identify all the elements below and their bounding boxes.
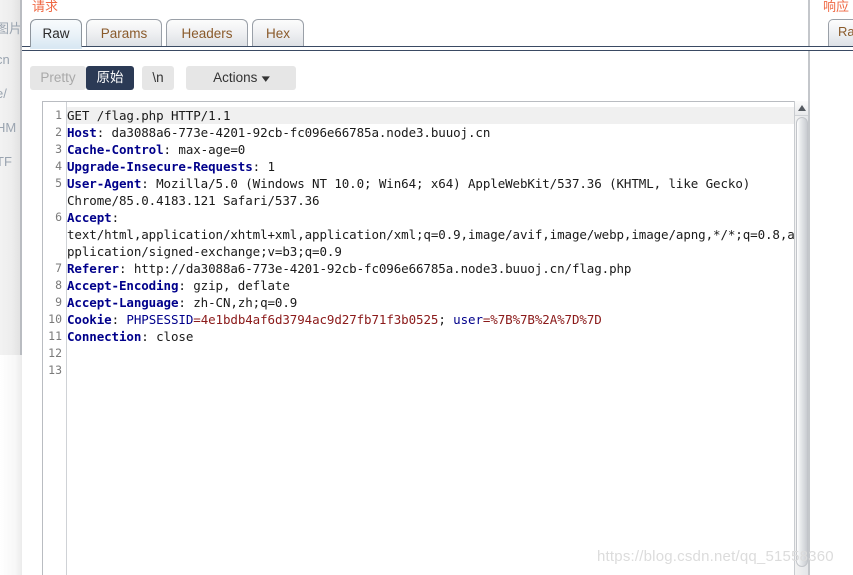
code-line[interactable]: Connection: close — [67, 328, 193, 345]
code-span-key: User-Agent — [67, 176, 142, 191]
line-number-gutter: 1 2 3 4 5 6 7 8 9 10 11 12 13 — [43, 102, 67, 575]
line-number: 12 — [48, 346, 62, 360]
code-line[interactable]: Upgrade-Insecure-Requests: 1 — [67, 158, 275, 175]
code-span-key: Accept-Language — [67, 295, 179, 310]
left-clipped-fragment: e/ — [0, 86, 7, 101]
code-span-plain: : zh-CN,zh;q=0.9 — [178, 295, 298, 310]
actions-button[interactable]: Actions ▾ — [186, 66, 296, 90]
code-span-key: Upgrade-Insecure-Requests — [67, 159, 253, 174]
line-number: 5 — [55, 176, 62, 190]
code-line[interactable]: Cache-Control: max-age=0 — [67, 141, 245, 158]
code-line[interactable]: text/html,application/xhtml+xml,applicat… — [67, 226, 795, 243]
tab-hex[interactable]: Hex — [252, 19, 304, 47]
code-span-key: Host — [67, 125, 97, 140]
code-span-key: Accept — [67, 210, 112, 225]
scrollbar-thumb[interactable] — [796, 117, 808, 567]
code-span-plain: text/html,application/xhtml+xml,applicat… — [67, 227, 795, 242]
line-number: 3 — [55, 142, 62, 156]
code-span-red: =4e1bdb4af6d3794ac9d27fb71f3b0525 — [193, 312, 439, 327]
code-span-plain: : — [111, 312, 127, 327]
code-span-key: Referer — [67, 261, 119, 276]
line-number: 7 — [55, 261, 62, 275]
code-line[interactable]: Chrome/85.0.4183.121 Safari/537.36 — [67, 192, 320, 209]
line-number: 8 — [55, 278, 62, 292]
code-span-blue: PHPSESSID — [126, 312, 194, 327]
line-number: 11 — [48, 329, 62, 343]
line-number: 2 — [55, 125, 62, 139]
right-panel-divider — [808, 0, 810, 575]
code-line[interactable]: Accept: — [67, 209, 119, 226]
code-line[interactable]: Referer: http://da3088a6-773e-4201-92cb-… — [67, 260, 631, 277]
code-span-plain: : max-age=0 — [163, 142, 246, 157]
tab-params[interactable]: Params — [86, 19, 162, 47]
code-span-plain: : da3088a6-773e-4201-92cb-fc096e66785a.n… — [96, 125, 491, 140]
editor-toolbar: Pretty 原始 \n Actions ▾ — [22, 58, 809, 98]
code-span-plain: : close — [141, 329, 194, 344]
left-clipped-panel: 图片 cn e/ HM TF — [0, 0, 20, 355]
response-tab-raw[interactable]: Ra — [828, 19, 853, 46]
request-section-label: 请求 — [32, 0, 59, 14]
code-line[interactable]: pplication/signed-exchange;v=b3;q=0.9 — [67, 243, 342, 260]
line-number: 9 — [55, 295, 62, 309]
code-span-plain: ; — [438, 312, 454, 327]
line-number: 13 — [48, 363, 62, 377]
response-section-label: 响应 — [823, 0, 850, 14]
code-span-plain: pplication/signed-exchange;v=b3;q=0.9 — [67, 244, 342, 259]
code-line[interactable]: Cookie: PHPSESSID=4e1bdb4af6d3794ac9d27f… — [67, 311, 602, 328]
raw-button[interactable]: 原始 — [86, 66, 134, 90]
request-panel: 请求 Raw Params Headers Hex Pretty 原始 \n A… — [22, 0, 809, 575]
code-span-red: =%7B%7B%2A%7D%7D — [482, 312, 602, 327]
pretty-button[interactable]: Pretty — [30, 66, 86, 90]
left-clipped-fragment: cn — [0, 52, 10, 67]
line-number: 1 — [55, 108, 62, 122]
code-line[interactable]: Accept-Language: zh-CN,zh;q=0.9 — [67, 294, 297, 311]
request-editor[interactable]: 1 2 3 4 5 6 7 8 9 10 11 12 13 GET /flag.php HTTP/1.1… — [42, 101, 809, 575]
code-line[interactable]: Accept-Encoding: gzip, deflate — [67, 277, 290, 294]
line-number: 4 — [55, 159, 62, 173]
line-number: 10 — [48, 312, 62, 326]
line-number: 6 — [55, 210, 62, 224]
code-line[interactable]: Host: da3088a6-773e-4201-92cb-fc096e6678… — [67, 124, 490, 141]
triangle-up-icon — [798, 105, 806, 111]
left-clipped-fragment: HM — [0, 120, 17, 135]
code-line[interactable]: User-Agent: Mozilla/5.0 (Windows NT 10.0… — [67, 175, 750, 192]
code-span-key: Connection — [67, 329, 142, 344]
code-span-plain: : 1 — [252, 159, 275, 174]
request-code-area[interactable]: GET /flag.php HTTP/1.1 Host: da3088a6-773… — [67, 102, 809, 575]
code-span-plain: : gzip, deflate — [178, 278, 290, 293]
code-span-blue: user — [453, 312, 483, 327]
tabstrip-underline — [22, 46, 809, 51]
response-tabstrip-underline — [808, 46, 853, 51]
vertical-scrollbar[interactable] — [794, 101, 809, 575]
tab-headers[interactable]: Headers — [166, 19, 248, 47]
left-clipped-fragment: 图片 — [0, 21, 20, 36]
code-line[interactable]: GET /flag.php HTTP/1.1 — [67, 107, 809, 124]
newline-button[interactable]: \n — [142, 66, 174, 90]
request-tabstrip: Raw Params Headers Hex — [22, 19, 809, 47]
code-span-key: Accept-Encoding — [67, 278, 179, 293]
scroll-up-button[interactable] — [795, 101, 809, 116]
right-clipped-panel: 响应 Ra — [808, 0, 853, 575]
left-clipped-fragment: TF — [0, 154, 12, 169]
code-span-plain: : — [111, 210, 120, 225]
code-span-key: Cookie — [67, 312, 112, 327]
code-span-plain: : Mozilla/5.0 (Windows NT 10.0; Win64; x… — [141, 176, 751, 191]
tab-raw[interactable]: Raw — [30, 19, 82, 47]
code-span-plain: GET /flag.php HTTP/1.1 — [67, 108, 231, 123]
code-span-key: Cache-Control — [67, 142, 164, 157]
chevron-down-icon: ▾ — [261, 73, 271, 85]
code-span-plain: : http://da3088a6-773e-4201-92cb-fc096e6… — [118, 261, 632, 276]
actions-button-label: Actions — [213, 70, 258, 85]
left-clipped-panel-lower — [0, 355, 22, 575]
code-span-plain: Chrome/85.0.4183.121 Safari/537.36 — [67, 193, 320, 208]
